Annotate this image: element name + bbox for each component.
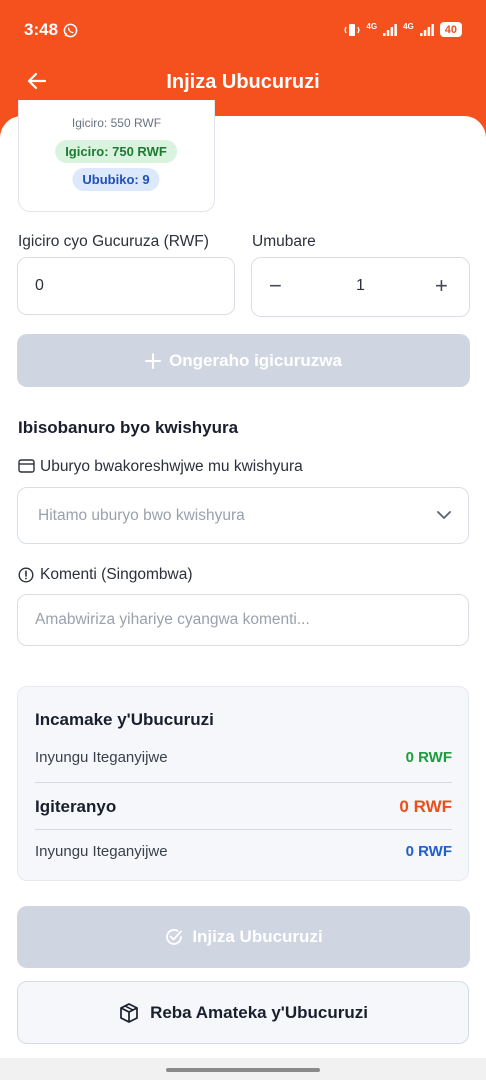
page-title: Injiza Ubucuruzi xyxy=(166,71,320,93)
payment-method-select[interactable]: Hitamo uburyo bwo kwishyura xyxy=(17,487,469,544)
quantity-plus-button[interactable]: + xyxy=(435,273,448,299)
summary-divider xyxy=(35,782,452,783)
sell-price-label: Igiciro cyo Gucuruza (RWF) xyxy=(18,233,209,250)
summary-divider xyxy=(35,829,452,830)
sell-price-input[interactable]: 0 xyxy=(17,257,235,315)
chevron-down-icon xyxy=(437,511,451,519)
summary-row-value: 0 RWF xyxy=(399,797,452,816)
add-product-button[interactable]: Ongeraho igicuruzwa xyxy=(17,334,470,387)
summary-row-label: Igiteranyo xyxy=(35,797,117,816)
stock-badge: Ububiko: 9 xyxy=(72,168,160,191)
status-time: 3:48 xyxy=(24,20,59,39)
price-badge: Igiciro: 750 RWF xyxy=(55,140,177,163)
payment-method-placeholder: Hitamo uburyo bwo kwishyura xyxy=(38,507,245,524)
whatsapp-icon xyxy=(63,23,78,38)
sell-price-value: 0 xyxy=(35,277,44,294)
comment-input[interactable]: Amabwiriza yihariye cyangwa komenti... xyxy=(17,594,469,646)
summary-row-total: Igiteranyo 0 RWF xyxy=(35,797,452,817)
submit-sale-button[interactable]: Injiza Ubucuruzi xyxy=(17,906,470,968)
submit-sale-label: Injiza Ubucuruzi xyxy=(192,927,323,946)
signal-icon-2 xyxy=(419,23,434,36)
network-1-label: 4G xyxy=(366,22,378,31)
summary-row-label: Inyungu Iteganyijwe xyxy=(35,843,168,860)
box-icon xyxy=(120,1002,138,1023)
network-2-label: 4G xyxy=(403,22,414,31)
payment-section-title: Ibisobanuro byo kwishyura xyxy=(18,418,239,437)
comment-label: Komenti (Singombwa) xyxy=(40,566,193,583)
summary-row-value: 0 RWF xyxy=(405,843,452,860)
sale-summary-card: Incamake y'Ubucuruzi Inyungu Iteganyijwe… xyxy=(17,686,469,881)
quantity-stepper[interactable]: − 1 + xyxy=(251,257,470,317)
info-icon xyxy=(18,567,34,583)
status-icons: 4G 4G 40 xyxy=(344,22,462,37)
payment-method-label: Uburyo bwakoreshwjwe mu kwishyura xyxy=(40,458,303,475)
view-history-label: Reba Amateka y'Ubucuruzi xyxy=(150,1002,368,1022)
view-history-button[interactable]: Reba Amateka y'Ubucuruzi xyxy=(17,981,469,1044)
check-circle-icon xyxy=(166,929,183,945)
battery-level: 40 xyxy=(444,23,457,36)
quantity-label: Umubare xyxy=(252,233,316,250)
summary-row-label: Inyungu Iteganyijwe xyxy=(35,749,168,766)
signal-icon xyxy=(383,23,397,36)
quantity-minus-button[interactable]: − xyxy=(269,273,282,299)
add-product-label: Ongeraho igicuruzwa xyxy=(169,350,342,370)
product-price-old: Igiciro: 550 RWF xyxy=(71,116,162,130)
vibrate-icon xyxy=(344,23,361,36)
home-gesture-handle[interactable] xyxy=(166,1068,320,1072)
quantity-value: 1 xyxy=(356,277,365,294)
battery-icon: 40 xyxy=(439,22,462,37)
summary-row-profit: Inyungu Iteganyijwe 0 RWF xyxy=(35,749,452,766)
card-icon xyxy=(18,459,35,473)
comment-placeholder: Amabwiriza yihariye cyangwa komenti... xyxy=(35,611,310,628)
summary-title: Incamake y'Ubucuruzi xyxy=(35,710,214,729)
summary-row-profit-2: Inyungu Iteganyijwe 0 RWF xyxy=(35,843,452,860)
plus-icon xyxy=(145,352,162,369)
summary-row-value: 0 RWF xyxy=(405,749,452,766)
